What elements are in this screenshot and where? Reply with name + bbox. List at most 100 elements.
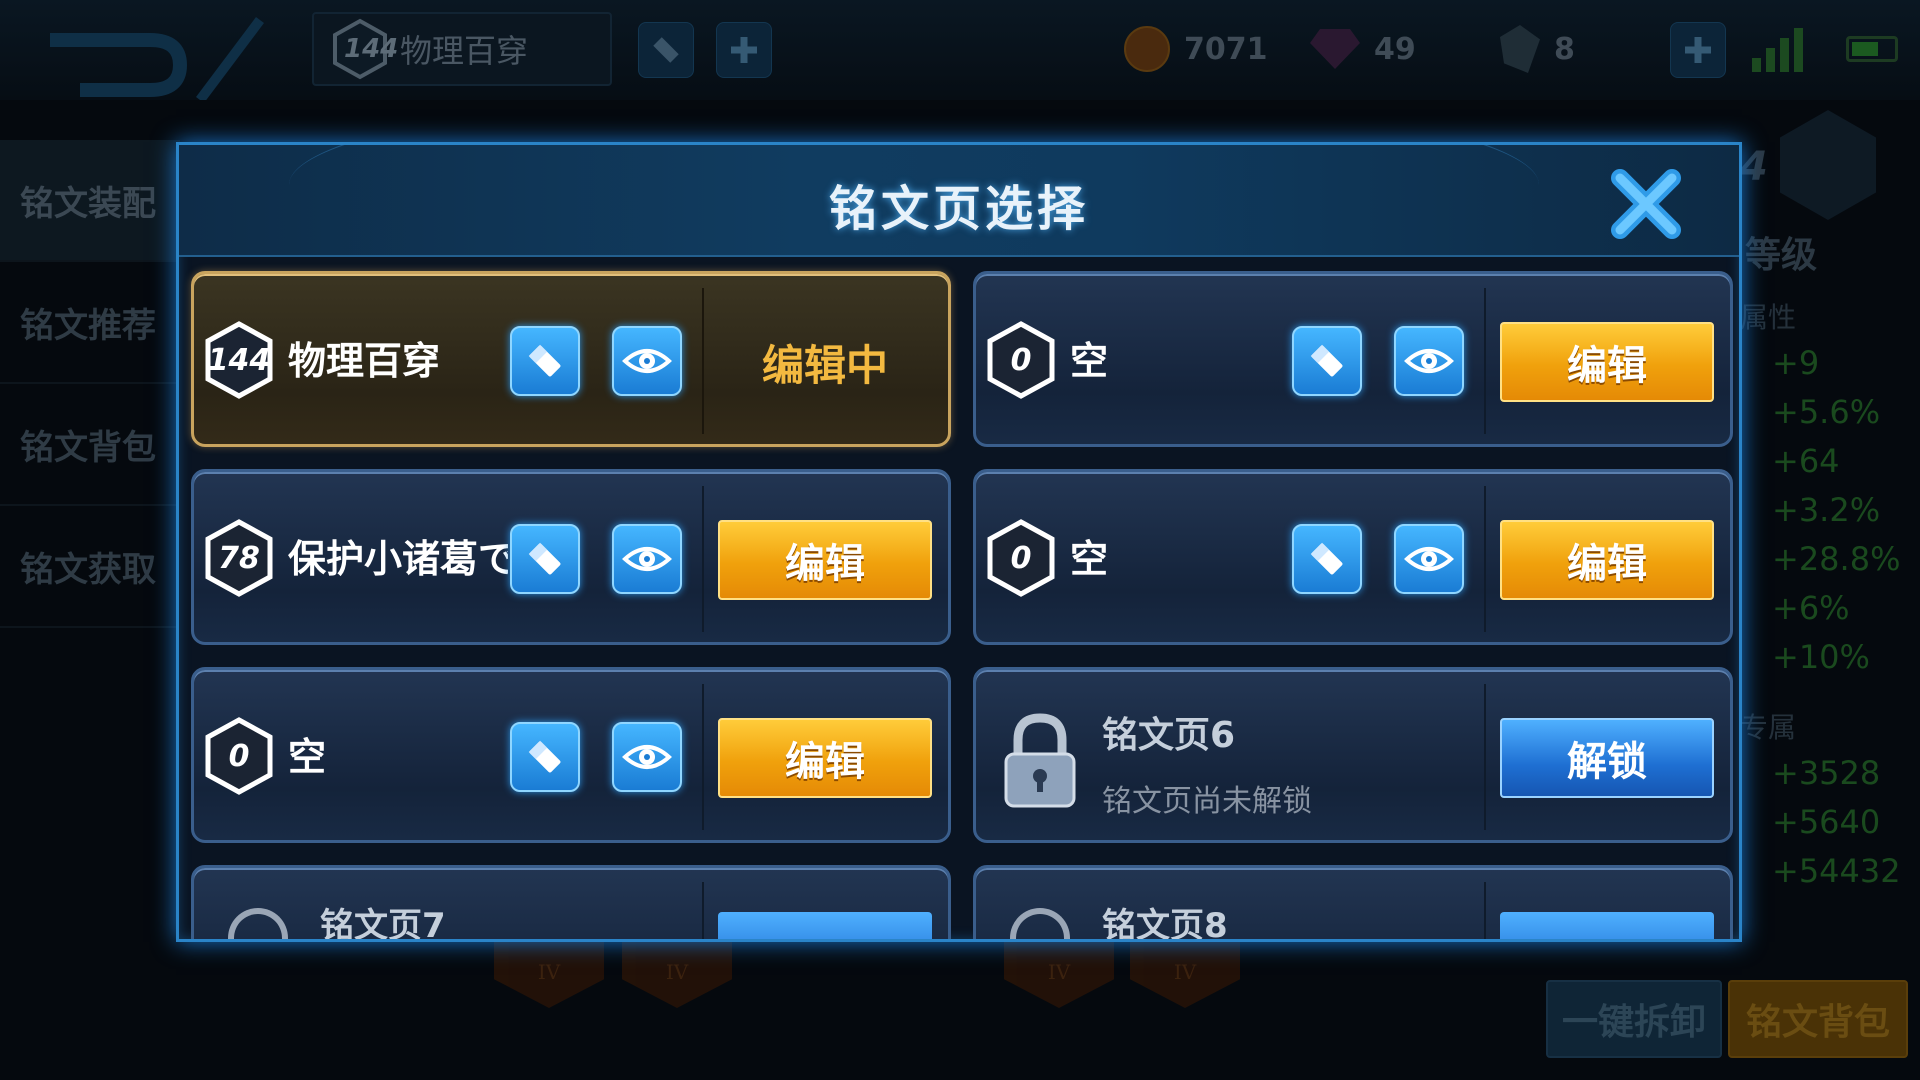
- exclusive-value: +5640: [1772, 803, 1881, 841]
- back-arrow-icon: [50, 17, 264, 103]
- preview-button[interactable]: [1394, 326, 1464, 396]
- page-level: 0: [228, 738, 250, 774]
- rune-page-list[interactable]: 144 物理百穿 编辑中 0 空 编辑 78 保护小诸葛で 编辑 0 空 编辑 …: [179, 257, 1739, 942]
- rename-button[interactable]: [1292, 326, 1362, 396]
- page-name: 保护小诸葛で: [288, 537, 508, 581]
- page-name: 空: [1070, 339, 1109, 383]
- edit-button[interactable]: 编辑: [718, 718, 932, 798]
- unlock-button[interactable]: [1500, 912, 1714, 939]
- nav-item-rune-recommend[interactable]: 铭文推荐: [0, 262, 180, 384]
- page-level-badge: 0: [986, 518, 1056, 598]
- nav-item-rune-equip[interactable]: 铭文装配: [0, 140, 180, 262]
- gold-amount: 7071: [1184, 31, 1268, 67]
- attribute-value: +9: [1772, 344, 1820, 382]
- rune-bag-button[interactable]: 铭文背包: [1728, 980, 1908, 1058]
- attributes-label: 属性: [1740, 301, 1797, 334]
- unload-all-button[interactable]: 一键拆卸: [1546, 980, 1722, 1058]
- page-level-badge: 78: [204, 518, 274, 598]
- rename-button[interactable]: [638, 22, 694, 78]
- rune-page-card[interactable]: 78 保护小诸葛で 编辑: [191, 469, 951, 645]
- attribute-values: +9 +5.6% +64 +3.2% +28.8% +6% +10%: [1772, 344, 1900, 687]
- attribute-value: +3.2%: [1772, 491, 1881, 529]
- gold-display: 7071: [1124, 24, 1268, 74]
- page-name: 空: [288, 735, 327, 779]
- attribute-value: +10%: [1772, 638, 1870, 676]
- rename-button[interactable]: [510, 326, 580, 396]
- exclusive-values: +3528 +5640 +54432: [1772, 754, 1901, 901]
- diamond-display: 49: [1310, 24, 1416, 74]
- rename-button[interactable]: [510, 524, 580, 594]
- page-level: 0: [1010, 342, 1032, 378]
- lock-icon: [1000, 710, 1080, 810]
- eraser-icon: [653, 37, 679, 63]
- unlock-button[interactable]: [718, 912, 932, 939]
- plus-icon: [731, 37, 757, 63]
- current-page-name: 物理百穿: [400, 32, 529, 70]
- rune-page-card[interactable]: 0 空 编辑: [973, 271, 1733, 447]
- plus-icon: [1685, 37, 1711, 63]
- current-page-level: 144: [344, 34, 399, 64]
- dialog-header: 铭文页选择: [179, 145, 1739, 257]
- current-rune-page[interactable]: 144 物理百穿: [312, 12, 612, 86]
- attribute-value: +5.6%: [1772, 393, 1881, 431]
- rune-page-card[interactable]: 144 物理百穿 编辑中: [191, 271, 951, 447]
- rune-page-card[interactable]: 0 空 编辑: [973, 469, 1733, 645]
- attribute-value: +64: [1772, 442, 1840, 480]
- unlock-button[interactable]: 解锁: [1500, 718, 1714, 798]
- top-bar: 144 物理百穿 7071 49 8: [0, 0, 1920, 103]
- edit-button[interactable]: 编辑: [1500, 322, 1714, 402]
- page-level: 0: [1010, 540, 1032, 576]
- recharge-button[interactable]: [1670, 22, 1726, 78]
- eye-icon: [1404, 349, 1454, 373]
- locked-rune-page-card[interactable]: 铭文页6 铭文页尚未解锁 解锁: [973, 667, 1733, 843]
- preview-button[interactable]: [612, 326, 682, 396]
- nav-item-rune-obtain[interactable]: 铭文获取: [0, 506, 180, 628]
- rune-emblem[interactable]: IV: [1130, 936, 1240, 1008]
- exclusive-value: +3528: [1772, 754, 1881, 792]
- battery-icon: [1846, 36, 1898, 62]
- attribute-value: +6%: [1772, 589, 1850, 627]
- page-level-badge: 0: [204, 716, 274, 796]
- level-value: 4: [1740, 144, 1768, 190]
- rune-emblem[interactable]: IV: [622, 936, 732, 1008]
- diamond-amount: 49: [1374, 31, 1416, 67]
- page-name: 空: [1070, 537, 1109, 581]
- locked-rune-page-card[interactable]: 铭文页8: [973, 865, 1733, 942]
- lock-icon: [228, 908, 288, 939]
- page-name: 铭文页6: [1102, 715, 1236, 756]
- lock-icon: [1010, 908, 1070, 939]
- add-page-button[interactable]: [716, 22, 772, 78]
- rune-page-card[interactable]: 0 空 编辑: [191, 667, 951, 843]
- locked-rune-page-card[interactable]: 铭文页7: [191, 865, 951, 939]
- page-level-badge: 0: [986, 320, 1056, 400]
- level-label: 等级: [1745, 235, 1818, 276]
- preview-button[interactable]: [1394, 524, 1464, 594]
- preview-button[interactable]: [612, 722, 682, 792]
- close-button[interactable]: [1599, 157, 1693, 251]
- rune-emblem[interactable]: IV: [494, 936, 604, 1008]
- page-level: 144: [207, 342, 271, 378]
- page-name: 铭文页8: [1102, 906, 1228, 942]
- left-nav: 铭文装配 铭文推荐 铭文背包 铭文获取: [0, 140, 180, 628]
- eraser-icon: [528, 740, 561, 773]
- edit-button[interactable]: 编辑: [718, 520, 932, 600]
- eye-icon: [622, 745, 672, 769]
- eraser-icon: [1310, 344, 1343, 377]
- diamond-icon: [1310, 29, 1360, 69]
- rune-emblem[interactable]: IV: [1004, 936, 1114, 1008]
- level-hex-icon: [1780, 110, 1876, 220]
- ticket-display: 8: [1500, 24, 1575, 74]
- editing-status: 编辑中: [761, 340, 888, 390]
- signal-icon: [1752, 26, 1806, 72]
- locked-hint: 铭文页尚未解锁: [1102, 784, 1312, 819]
- eraser-icon: [1310, 542, 1343, 575]
- rename-button[interactable]: [1292, 524, 1362, 594]
- rename-button[interactable]: [510, 722, 580, 792]
- back-button[interactable]: [40, 10, 270, 103]
- edit-button[interactable]: 编辑: [1500, 520, 1714, 600]
- eraser-icon: [528, 344, 561, 377]
- close-icon: [1611, 169, 1681, 239]
- nav-item-rune-bag[interactable]: 铭文背包: [0, 384, 180, 506]
- rune-page-select-dialog: 铭文页选择 144 物理百穿 编辑中 0 空 编辑 78 保护小诸葛で 编辑 0…: [176, 142, 1742, 942]
- preview-button[interactable]: [612, 524, 682, 594]
